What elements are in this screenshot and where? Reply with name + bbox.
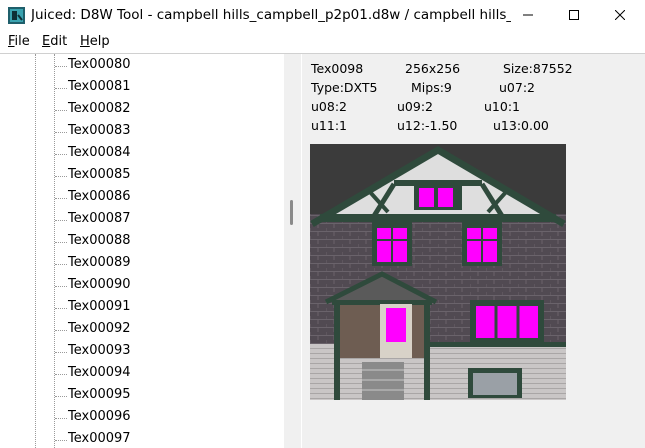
tree-item[interactable]: Tex00092 bbox=[54, 319, 282, 341]
tree-item[interactable]: Tex00081 bbox=[54, 77, 282, 99]
tree-guide-line bbox=[35, 54, 37, 448]
tree-item-label: Tex00080 bbox=[68, 57, 131, 72]
tree-item-label: Tex00097 bbox=[68, 431, 131, 446]
tree-item[interactable]: Tex00083 bbox=[54, 121, 282, 143]
tree-item-label: Tex00085 bbox=[68, 167, 131, 182]
texture-u09: u09:2 bbox=[397, 99, 433, 114]
menu-bar: File Edit Help bbox=[0, 31, 645, 53]
texture-u13: u13:0.00 bbox=[493, 118, 549, 133]
tree-item-label: Tex00082 bbox=[68, 101, 131, 116]
tree-item-label: Tex00086 bbox=[68, 189, 131, 204]
tree-item[interactable]: Tex00082 bbox=[54, 99, 282, 121]
tree-item-label: Tex00088 bbox=[68, 233, 131, 248]
menu-file-label: ile bbox=[14, 34, 30, 49]
menu-file[interactable]: File bbox=[8, 34, 30, 49]
title-bar[interactable]: Juiced: D8W Tool - campbell hills_campbe… bbox=[0, 0, 645, 31]
tree-item-label: Tex00084 bbox=[68, 145, 131, 160]
texture-u08: u08:2 bbox=[311, 99, 347, 114]
tree-item-label: Tex00095 bbox=[68, 387, 131, 402]
tree-item[interactable]: Tex00093 bbox=[54, 341, 282, 363]
close-button[interactable] bbox=[597, 0, 643, 31]
maximize-button[interactable] bbox=[551, 0, 597, 31]
tree-item[interactable]: Tex00080 bbox=[54, 55, 282, 77]
texture-type: Type:DXT5 bbox=[311, 80, 378, 95]
tree-item-label: Tex00081 bbox=[68, 79, 131, 94]
close-icon bbox=[615, 10, 625, 20]
tree-item[interactable]: Tex00086 bbox=[54, 187, 282, 209]
tree-item[interactable]: Tex00097 bbox=[54, 429, 282, 448]
tree-item[interactable]: Tex00087 bbox=[54, 209, 282, 231]
texture-u12: u12:-1.50 bbox=[397, 118, 458, 133]
tree-item-label: Tex00090 bbox=[68, 277, 131, 292]
menu-help-label: elp bbox=[89, 34, 110, 49]
tree-item-label: Tex00094 bbox=[68, 365, 131, 380]
tree-item[interactable]: Tex00095 bbox=[54, 385, 282, 407]
tree-item[interactable]: Tex00096 bbox=[54, 407, 282, 429]
window-title: Juiced: D8W Tool - campbell hills_campbe… bbox=[31, 7, 511, 23]
minimize-button[interactable] bbox=[505, 0, 551, 31]
minimize-icon bbox=[523, 14, 533, 16]
tree-item[interactable]: Tex00090 bbox=[54, 275, 282, 297]
texture-u11: u11:1 bbox=[311, 118, 347, 133]
tree-item-label: Tex00087 bbox=[68, 211, 131, 226]
texture-mips: Mips:9 bbox=[411, 80, 452, 95]
texture-preview bbox=[310, 144, 566, 400]
tree-item[interactable]: Tex00094 bbox=[54, 363, 282, 385]
texture-name: Tex0098 bbox=[311, 61, 364, 76]
scrollbar-thumb[interactable] bbox=[290, 200, 293, 225]
tree-item-label: Tex00091 bbox=[68, 299, 131, 314]
menu-edit-mnemonic: E bbox=[42, 34, 51, 49]
texture-dimensions: 256x256 bbox=[405, 61, 461, 76]
texture-tree[interactable]: Tex00080 Tex00081 Tex00082 Tex00083 Tex0… bbox=[0, 54, 285, 448]
menu-edit-label: dit bbox=[50, 34, 68, 49]
tree-item[interactable]: Tex00089 bbox=[54, 253, 282, 275]
texture-size: Size:87552 bbox=[503, 61, 573, 76]
maximize-icon bbox=[569, 10, 579, 20]
tree-item-label: Tex00093 bbox=[68, 343, 131, 358]
tree-item-label: Tex00089 bbox=[68, 255, 131, 270]
tree-item[interactable]: Tex00091 bbox=[54, 297, 282, 319]
tree-scrollbar[interactable] bbox=[284, 54, 301, 448]
menu-help[interactable]: Help bbox=[80, 34, 110, 49]
tree-item[interactable]: Tex00084 bbox=[54, 143, 282, 165]
texture-u07: u07:2 bbox=[499, 80, 535, 95]
tree-item-label: Tex00083 bbox=[68, 123, 131, 138]
menu-edit[interactable]: Edit bbox=[42, 34, 67, 49]
texture-u10: u10:1 bbox=[484, 99, 520, 114]
tree-item[interactable]: Tex00088 bbox=[54, 231, 282, 253]
app-icon bbox=[8, 7, 25, 24]
tree-item[interactable]: Tex00085 bbox=[54, 165, 282, 187]
tree-item-label: Tex00096 bbox=[68, 409, 131, 424]
tree-item-label: Tex00092 bbox=[68, 321, 131, 336]
menu-help-mnemonic: H bbox=[80, 34, 90, 49]
